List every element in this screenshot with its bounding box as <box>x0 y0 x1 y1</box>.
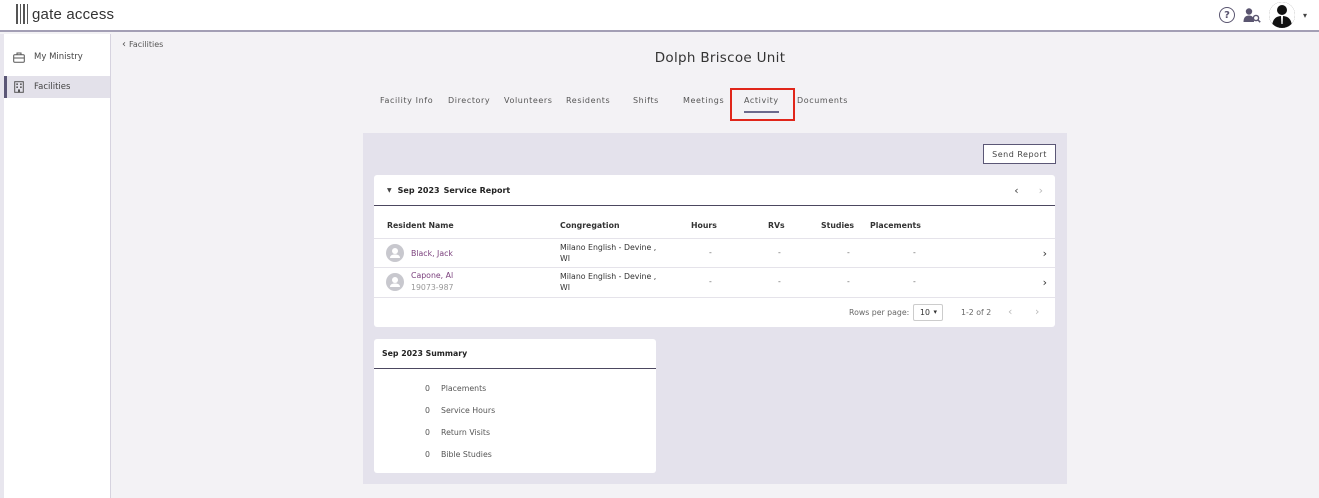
prev-page-icon[interactable]: ‹ <box>1008 305 1012 318</box>
top-icons: ? ▾ <box>1218 2 1307 28</box>
prev-month-icon[interactable]: ‹ <box>1014 184 1018 197</box>
summary-label: Service Hours <box>441 406 496 415</box>
col-hours[interactable]: Hours <box>691 221 717 230</box>
caret-down-icon[interactable]: ▾ <box>1303 11 1307 20</box>
breadcrumb-label: Facilities <box>129 40 164 49</box>
page-title: Dolph Briscoe Unit <box>654 50 786 66</box>
resident-name-link[interactable]: Black, Jack <box>411 249 453 258</box>
summary-value: 0 <box>425 428 430 437</box>
pagination-range: 1-2 of 2 <box>961 308 992 317</box>
summary-card: Sep 2023 Summary 0 Placements 0 Service … <box>374 339 656 473</box>
user-avatar-icon[interactable] <box>1268 2 1295 28</box>
summary-label: Placements <box>441 384 487 393</box>
breadcrumb-back-link[interactable]: ‹ Facilities <box>122 39 163 50</box>
table-row[interactable]: Black, Jack Milano English - Devine , WI… <box>374 238 1055 267</box>
col-resident-name[interactable]: Resident Name <box>387 221 454 230</box>
rvs-cell: - <box>778 248 781 257</box>
resident-name-link[interactable]: Capone, Al <box>411 271 453 280</box>
placements-cell: - <box>913 277 916 286</box>
studies-cell: - <box>847 248 850 257</box>
building-icon <box>13 81 25 93</box>
hours-cell: - <box>709 248 712 257</box>
col-rvs[interactable]: RVs <box>768 221 785 230</box>
congregation-cell: Milano English - Devine , WI <box>560 272 657 292</box>
tab-volunteers[interactable]: Volunteers <box>504 96 553 105</box>
placements-cell: - <box>913 248 916 257</box>
next-month-icon[interactable]: › <box>1039 184 1043 197</box>
tab-shifts[interactable]: Shifts <box>633 96 659 105</box>
summary-title: Sep 2023 Summary <box>374 339 656 369</box>
app-logo[interactable]: gate access <box>16 3 114 25</box>
summary-value: 0 <box>425 384 430 393</box>
rvs-cell: - <box>778 277 781 286</box>
table-row[interactable]: Capone, Al 19073-987 Milano English - De… <box>374 267 1055 296</box>
col-studies[interactable]: Studies <box>821 221 854 230</box>
summary-value: 0 <box>425 450 430 459</box>
sidebar-strip <box>0 34 4 498</box>
sidebar-item-facilities[interactable]: Facilities <box>4 76 110 98</box>
col-placements[interactable]: Placements <box>870 221 921 230</box>
help-circle-icon[interactable]: ? <box>1218 7 1235 23</box>
select-caret-icon: ▾ <box>933 308 937 316</box>
report-title: Service Report <box>443 185 511 195</box>
sidebar: My Ministry Facilities <box>0 34 111 498</box>
report-header[interactable]: ▼ Sep 2023 Service Report <box>374 175 1055 206</box>
hours-cell: - <box>709 277 712 286</box>
col-congregation[interactable]: Congregation <box>560 221 620 230</box>
congregation-cell: Milano English - Devine , WI <box>560 243 657 263</box>
rows-per-page-value: 10 <box>920 308 930 317</box>
resident-id: 19073-987 <box>411 283 454 292</box>
resident-avatar-icon <box>386 244 404 262</box>
logo-text: gate access <box>32 5 115 23</box>
send-report-button[interactable]: Send Report <box>983 144 1056 164</box>
month-navigation: ‹ › <box>1014 184 1043 197</box>
tab-directory[interactable]: Directory <box>448 96 490 105</box>
table-pagination: Rows per page: 10 ▾ 1-2 of 2 ‹ › <box>374 297 1055 327</box>
summary-label: Return Visits <box>441 428 491 437</box>
tab-facility-info[interactable]: Facility Info <box>380 96 433 105</box>
activity-panel: Send Report ▼ Sep 2023 Service Report ‹ … <box>363 133 1067 484</box>
collapse-triangle-icon[interactable]: ▼ <box>387 187 392 194</box>
resident-avatar-icon <box>386 273 404 291</box>
next-page-icon[interactable]: › <box>1035 305 1039 318</box>
tab-residents[interactable]: Residents <box>566 96 610 105</box>
tab-meetings[interactable]: Meetings <box>683 96 724 105</box>
report-month: Sep 2023 <box>397 185 440 195</box>
chevron-right-icon[interactable]: › <box>1043 276 1047 289</box>
logo-bars-icon <box>16 4 28 24</box>
chevron-right-icon[interactable]: › <box>1043 247 1047 260</box>
service-report-card: ▼ Sep 2023 Service Report ‹ › Resident N… <box>374 175 1055 327</box>
summary-value: 0 <box>425 406 430 415</box>
top-bar: gate access ? ▾ <box>0 0 1319 32</box>
activity-tab-highlight <box>730 88 795 121</box>
summary-label: Bible Studies <box>441 450 492 459</box>
rows-per-page-label: Rows per page: <box>849 308 910 317</box>
rows-per-page-select[interactable]: 10 ▾ <box>913 304 943 321</box>
sidebar-item-label: Facilities <box>34 82 71 92</box>
people-search-icon[interactable] <box>1243 7 1261 23</box>
table-header: Resident Name Congregation Hours RVs Stu… <box>374 217 1055 239</box>
chevron-left-icon: ‹ <box>122 39 126 50</box>
studies-cell: - <box>847 277 850 286</box>
tab-documents[interactable]: Documents <box>797 96 848 105</box>
